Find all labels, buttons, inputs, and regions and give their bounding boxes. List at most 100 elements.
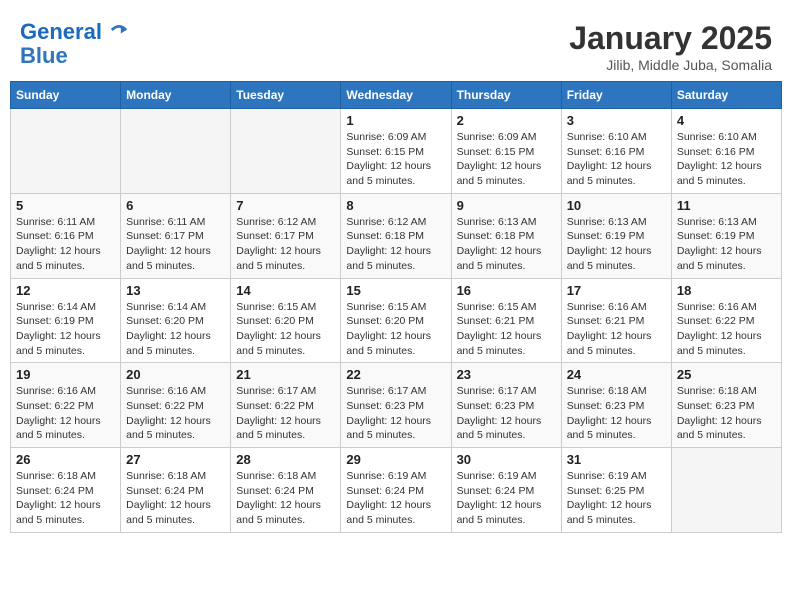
day-number: 16 — [457, 283, 556, 298]
day-info: Sunrise: 6:09 AMSunset: 6:15 PMDaylight:… — [457, 130, 556, 189]
day-info: Sunrise: 6:18 AMSunset: 6:24 PMDaylight:… — [236, 469, 335, 528]
calendar-week-4: 19 Sunrise: 6:16 AMSunset: 6:22 PMDayligh… — [11, 363, 782, 448]
weekday-header-sunday: Sunday — [11, 82, 121, 109]
day-number: 13 — [126, 283, 225, 298]
calendar-cell: 17 Sunrise: 6:16 AMSunset: 6:21 PMDayligh… — [561, 278, 671, 363]
day-info: Sunrise: 6:16 AMSunset: 6:22 PMDaylight:… — [126, 384, 225, 443]
calendar-cell: 4Sunrise: 6:10 AMSunset: 6:16 PMDaylight… — [671, 109, 781, 194]
calendar-cell: 24 Sunrise: 6:18 AMSunset: 6:23 PMDayligh… — [561, 363, 671, 448]
calendar-cell: 20 Sunrise: 6:16 AMSunset: 6:22 PMDayligh… — [121, 363, 231, 448]
day-info: Sunrise: 6:12 AMSunset: 6:17 PMDaylight:… — [236, 215, 335, 274]
calendar-cell — [231, 109, 341, 194]
calendar-cell: 18 Sunrise: 6:16 AMSunset: 6:22 PMDayligh… — [671, 278, 781, 363]
day-number: 8 — [346, 198, 445, 213]
calendar-cell: 23 Sunrise: 6:17 AMSunset: 6:23 PMDayligh… — [451, 363, 561, 448]
day-info: Sunrise: 6:13 AMSunset: 6:19 PMDaylight:… — [677, 215, 776, 274]
calendar-cell: 31 Sunrise: 6:19 AMSunset: 6:25 PMDayligh… — [561, 448, 671, 533]
day-number: 7 — [236, 198, 335, 213]
calendar-cell: 25Sunrise: 6:18 AMSunset: 6:23 PMDayligh… — [671, 363, 781, 448]
day-info: Sunrise: 6:09 AMSunset: 6:15 PMDaylight:… — [346, 130, 445, 189]
day-info: Sunrise: 6:19 AMSunset: 6:25 PMDaylight:… — [567, 469, 666, 528]
weekday-header-friday: Friday — [561, 82, 671, 109]
day-number: 3 — [567, 113, 666, 128]
day-info: Sunrise: 6:17 AMSunset: 6:23 PMDaylight:… — [457, 384, 556, 443]
day-info: Sunrise: 6:11 AMSunset: 6:16 PMDaylight:… — [16, 215, 115, 274]
calendar-cell: 14 Sunrise: 6:15 AMSunset: 6:20 PMDayligh… — [231, 278, 341, 363]
day-number: 30 — [457, 452, 556, 467]
calendar-cell: 12Sunrise: 6:14 AMSunset: 6:19 PMDayligh… — [11, 278, 121, 363]
day-info: Sunrise: 6:16 AMSunset: 6:21 PMDaylight:… — [567, 300, 666, 359]
calendar-cell: 21Sunrise: 6:17 AMSunset: 6:22 PMDayligh… — [231, 363, 341, 448]
calendar-week-3: 12Sunrise: 6:14 AMSunset: 6:19 PMDayligh… — [11, 278, 782, 363]
day-info: Sunrise: 6:14 AMSunset: 6:20 PMDaylight:… — [126, 300, 225, 359]
day-number: 1 — [346, 113, 445, 128]
calendar-cell: 28 Sunrise: 6:18 AMSunset: 6:24 PMDayligh… — [231, 448, 341, 533]
day-info: Sunrise: 6:19 AMSunset: 6:24 PMDaylight:… — [457, 469, 556, 528]
month-title: January 2025 — [569, 20, 772, 57]
day-number: 23 — [457, 367, 556, 382]
day-number: 24 — [567, 367, 666, 382]
day-number: 15 — [346, 283, 445, 298]
logo-text: General — [20, 20, 128, 44]
location-subtitle: Jilib, Middle Juba, Somalia — [569, 57, 772, 73]
day-number: 19 — [16, 367, 115, 382]
calendar-cell: 30 Sunrise: 6:19 AMSunset: 6:24 PMDayligh… — [451, 448, 561, 533]
day-info: Sunrise: 6:18 AMSunset: 6:24 PMDaylight:… — [126, 469, 225, 528]
calendar-cell: 26 Sunrise: 6:18 AMSunset: 6:24 PMDayligh… — [11, 448, 121, 533]
day-number: 22 — [346, 367, 445, 382]
calendar-week-1: 1 Sunrise: 6:09 AMSunset: 6:15 PMDaylight… — [11, 109, 782, 194]
calendar-cell: 16 Sunrise: 6:15 AMSunset: 6:21 PMDayligh… — [451, 278, 561, 363]
day-info: Sunrise: 6:12 AMSunset: 6:18 PMDaylight:… — [346, 215, 445, 274]
day-number: 5 — [16, 198, 115, 213]
calendar-cell — [11, 109, 121, 194]
day-info: Sunrise: 6:10 AMSunset: 6:16 PMDaylight:… — [567, 130, 666, 189]
day-info: Sunrise: 6:17 AMSunset: 6:23 PMDaylight:… — [346, 384, 445, 443]
day-info: Sunrise: 6:16 AMSunset: 6:22 PMDaylight:… — [16, 384, 115, 443]
day-info: Sunrise: 6:18 AMSunset: 6:24 PMDaylight:… — [16, 469, 115, 528]
day-info: Sunrise: 6:15 AMSunset: 6:20 PMDaylight:… — [346, 300, 445, 359]
day-number: 27 — [126, 452, 225, 467]
calendar-cell: 13 Sunrise: 6:14 AMSunset: 6:20 PMDayligh… — [121, 278, 231, 363]
day-number: 17 — [567, 283, 666, 298]
day-info: Sunrise: 6:17 AMSunset: 6:22 PMDaylight:… — [236, 384, 335, 443]
calendar-cell: 3 Sunrise: 6:10 AMSunset: 6:16 PMDaylight… — [561, 109, 671, 194]
day-info: Sunrise: 6:15 AMSunset: 6:20 PMDaylight:… — [236, 300, 335, 359]
day-info: Sunrise: 6:18 AMSunset: 6:23 PMDaylight:… — [677, 384, 776, 443]
calendar-cell: 22 Sunrise: 6:17 AMSunset: 6:23 PMDayligh… — [341, 363, 451, 448]
calendar-cell — [121, 109, 231, 194]
calendar-cell: 10Sunrise: 6:13 AMSunset: 6:19 PMDayligh… — [561, 193, 671, 278]
day-number: 11 — [677, 198, 776, 213]
weekday-header-wednesday: Wednesday — [341, 82, 451, 109]
day-info: Sunrise: 6:15 AMSunset: 6:21 PMDaylight:… — [457, 300, 556, 359]
weekday-header-saturday: Saturday — [671, 82, 781, 109]
day-number: 9 — [457, 198, 556, 213]
calendar-cell: 2 Sunrise: 6:09 AMSunset: 6:15 PMDaylight… — [451, 109, 561, 194]
day-number: 26 — [16, 452, 115, 467]
calendar-cell: 9Sunrise: 6:13 AMSunset: 6:18 PMDaylight… — [451, 193, 561, 278]
title-block: January 2025 Jilib, Middle Juba, Somalia — [569, 20, 772, 73]
calendar-cell: 27 Sunrise: 6:18 AMSunset: 6:24 PMDayligh… — [121, 448, 231, 533]
day-number: 20 — [126, 367, 225, 382]
day-number: 31 — [567, 452, 666, 467]
calendar-cell: 15 Sunrise: 6:15 AMSunset: 6:20 PMDayligh… — [341, 278, 451, 363]
day-info: Sunrise: 6:13 AMSunset: 6:19 PMDaylight:… — [567, 215, 666, 274]
day-number: 28 — [236, 452, 335, 467]
day-info: Sunrise: 6:16 AMSunset: 6:22 PMDaylight:… — [677, 300, 776, 359]
day-info: Sunrise: 6:19 AMSunset: 6:24 PMDaylight:… — [346, 469, 445, 528]
calendar-cell: 5 Sunrise: 6:11 AMSunset: 6:16 PMDaylight… — [11, 193, 121, 278]
day-number: 18 — [677, 283, 776, 298]
calendar-cell: 11 Sunrise: 6:13 AMSunset: 6:19 PMDayligh… — [671, 193, 781, 278]
calendar-cell: 29 Sunrise: 6:19 AMSunset: 6:24 PMDayligh… — [341, 448, 451, 533]
day-number: 2 — [457, 113, 556, 128]
calendar-cell: 7 Sunrise: 6:12 AMSunset: 6:17 PMDaylight… — [231, 193, 341, 278]
weekday-header-row: SundayMondayTuesdayWednesdayThursdayFrid… — [11, 82, 782, 109]
logo-text2: Blue — [20, 44, 128, 68]
calendar-cell — [671, 448, 781, 533]
weekday-header-thursday: Thursday — [451, 82, 561, 109]
day-info: Sunrise: 6:14 AMSunset: 6:19 PMDaylight:… — [16, 300, 115, 359]
weekday-header-monday: Monday — [121, 82, 231, 109]
day-info: Sunrise: 6:18 AMSunset: 6:23 PMDaylight:… — [567, 384, 666, 443]
day-number: 29 — [346, 452, 445, 467]
day-number: 14 — [236, 283, 335, 298]
calendar-cell: 8 Sunrise: 6:12 AMSunset: 6:18 PMDaylight… — [341, 193, 451, 278]
